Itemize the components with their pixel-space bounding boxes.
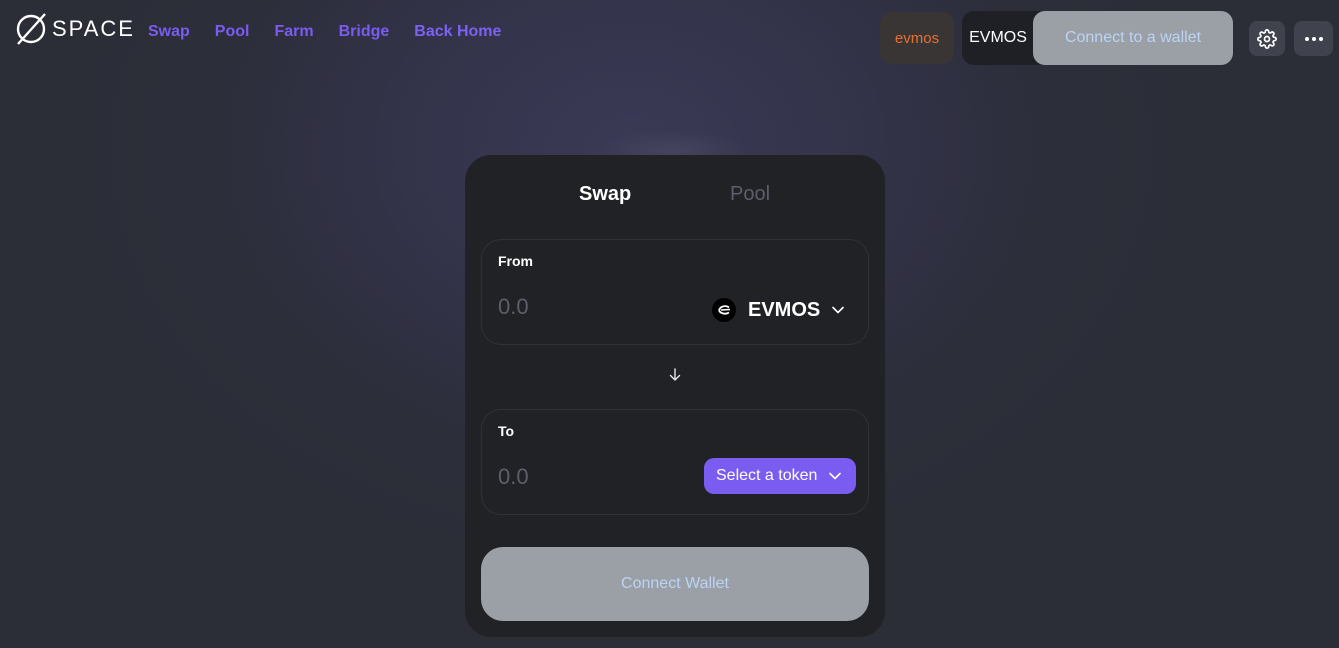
from-panel: From EVMOS [481,239,869,345]
chevron-down-icon [829,472,842,480]
to-label: To [498,423,515,439]
logo-mark-icon [16,13,46,45]
network-chip[interactable]: evmos [880,12,954,64]
swap-pool-tabs: Swap Pool [465,183,885,211]
evmos-logo-icon [712,298,736,322]
arrow-down-icon[interactable] [667,367,683,383]
to-panel: To Select a token [481,409,869,515]
select-token-label: Select a token [716,467,818,484]
from-label: From [498,253,533,269]
account-token-label: EVMOS [969,29,1027,46]
from-token-select[interactable]: EVMOS [712,296,845,324]
gear-icon [1257,28,1277,49]
nav-farm[interactable]: Farm [274,23,313,41]
more-horizontal-icon [1304,36,1323,41]
nav-bridge[interactable]: Bridge [339,23,390,41]
main-nav: Swap Pool Farm Bridge Back Home [148,23,526,41]
select-token-button[interactable]: Select a token [704,458,856,494]
nav-pool[interactable]: Pool [215,23,250,41]
swap-card: Swap Pool From EVMOS To Select a toke [465,155,885,637]
from-amount-input[interactable] [498,292,678,322]
more-options-button[interactable] [1294,21,1333,56]
nav-back-home[interactable]: Back Home [414,23,501,41]
tab-pool[interactable]: Pool [730,183,770,206]
logo-text: SPACE [52,16,135,41]
connect-wallet-button[interactable]: Connect Wallet [481,547,869,621]
nav-swap[interactable]: Swap [148,23,190,41]
logo[interactable]: SPACE [15,12,135,46]
tab-swap[interactable]: Swap [579,183,631,206]
header: SPACE Swap Pool Farm Bridge Back Home ev… [0,0,1339,70]
settings-button[interactable] [1249,21,1285,56]
connect-to-wallet-button[interactable]: Connect to a wallet [1033,11,1233,65]
chevron-down-icon [832,306,845,314]
from-token-name: EVMOS [748,298,821,321]
to-amount-input[interactable] [498,462,678,492]
